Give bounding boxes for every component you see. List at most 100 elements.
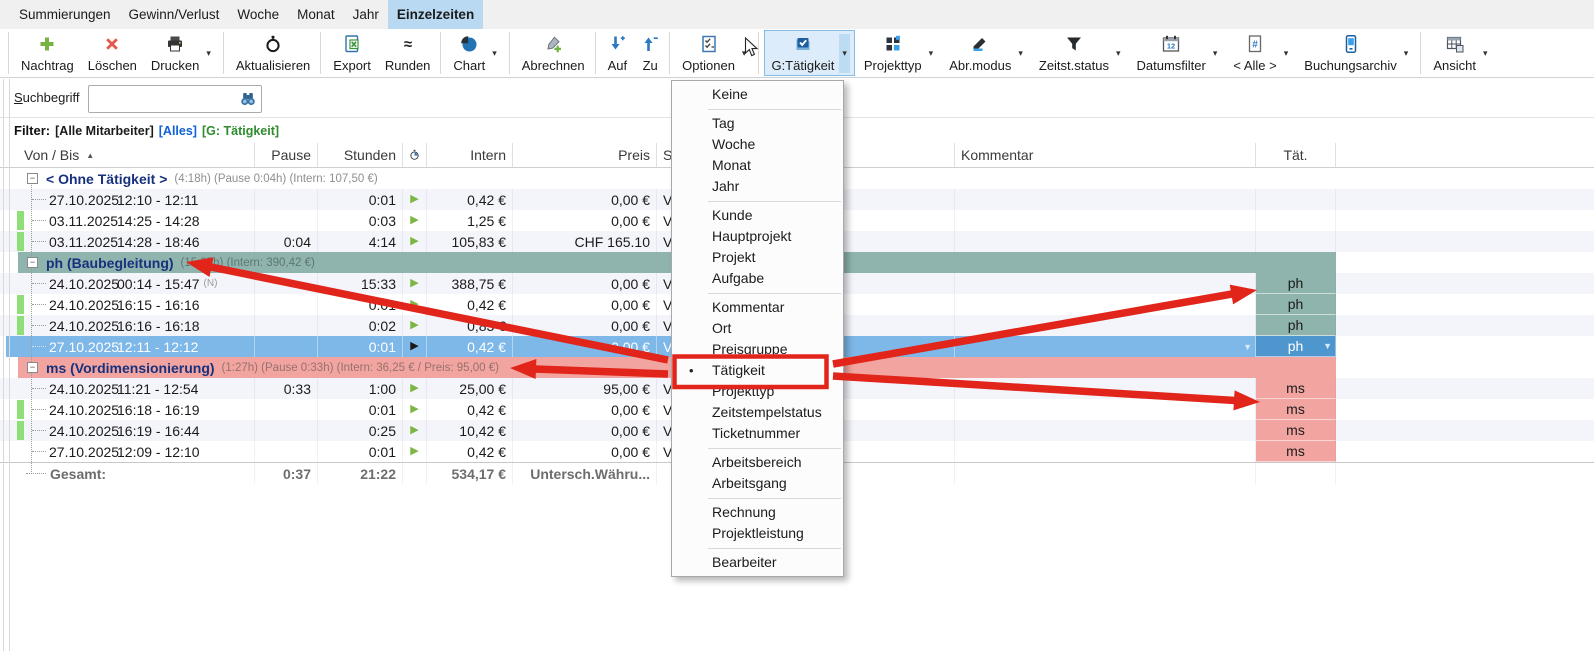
collapse-expander-icon[interactable]: − (27, 173, 38, 184)
col-pause[interactable]: Pause (255, 143, 318, 167)
nachtrag-button[interactable]: Nachtrag (14, 30, 79, 76)
cell-intern: 105,83 € (427, 231, 513, 252)
datumsfilter-button[interactable]: 12Datumsfilter▾ (1129, 30, 1224, 76)
chart-button[interactable]: Chart▾ (446, 30, 503, 76)
menu-separator (708, 498, 841, 499)
filter-part[interactable]: [G: Tätigkeit] (202, 124, 279, 138)
cell-preis: 0,00 € (513, 441, 657, 462)
chevron-down-icon[interactable]: ▾ (1016, 34, 1025, 73)
col-preis[interactable]: Preis (513, 143, 657, 167)
toolbar-button-label: Abrechnen (522, 58, 585, 73)
menu-item-preisgruppe[interactable]: Preisgruppe (672, 339, 843, 360)
search-input-box[interactable] (88, 85, 262, 113)
chevron-down-icon[interactable]: ▾ (1114, 34, 1123, 73)
projekttyp-button[interactable]: Projekttyp▾ (857, 30, 940, 76)
cell-intern: 1,25 € (427, 210, 513, 231)
tab-monat[interactable]: Monat (288, 0, 344, 29)
cell-pause (255, 399, 318, 420)
menu-item-woche[interactable]: Woche (672, 134, 843, 155)
binoculars-icon[interactable] (239, 90, 257, 113)
cell-date: 03.11.2025 (49, 213, 117, 229)
menu-item-jahr[interactable]: Jahr (672, 176, 843, 197)
menu-item-rechnung[interactable]: Rechnung (672, 502, 843, 523)
zu-button[interactable]: Zu (634, 30, 664, 76)
chevron-down-icon[interactable]: ▾ (740, 34, 749, 73)
tree-branch-line (32, 283, 46, 284)
cell-preis: 0,00 € (513, 315, 657, 336)
filter-part[interactable]: [Alle Mitarbeiter] (55, 124, 154, 138)
chevron-down-icon[interactable]: ▾ (1402, 34, 1411, 73)
tab-gewinn-verlust[interactable]: Gewinn/Verlust (120, 0, 229, 29)
chevron-down-icon[interactable]: ▾ (839, 34, 850, 73)
toolbar-divider (1420, 32, 1421, 74)
alle-button[interactable]: #< Alle >▾ (1226, 30, 1295, 76)
chevron-down-icon[interactable]: ▾ (1481, 34, 1490, 73)
cell-date: 24.10.2025 (49, 402, 117, 418)
menu-item-hauptprojekt[interactable]: Hauptprojekt (672, 226, 843, 247)
col-taet[interactable]: Tät. (1256, 143, 1336, 167)
chevron-down-icon[interactable]: ▾ (927, 34, 936, 73)
col-von-bis[interactable]: Von / Bis▲ (18, 143, 255, 167)
menu-item-projekttyp[interactable]: Projekttyp (672, 381, 843, 402)
cell-pause (255, 189, 318, 210)
menu-item-tag[interactable]: Tag (672, 113, 843, 134)
cell-total-preis: Untersch.Währu... (513, 463, 657, 484)
menu-separator (708, 548, 841, 549)
cell-intern: 0,42 € (427, 399, 513, 420)
aktualisieren-button[interactable]: Aktualisieren (229, 30, 315, 76)
export-button[interactable]: Export (326, 30, 376, 76)
cell-total-stunden: 21:22 (318, 463, 403, 484)
löschen-button[interactable]: Löschen (81, 30, 142, 76)
toolbar-button-label: G:Tätigkeit (771, 58, 834, 73)
chevron-down-icon[interactable]: ▾ (490, 34, 499, 73)
tab-jahr[interactable]: Jahr (344, 0, 388, 29)
menu-item-projektleistung[interactable]: Projektleistung (672, 523, 843, 544)
cell-kommentar (955, 441, 1256, 462)
col-intern[interactable]: Intern (427, 143, 513, 167)
toolbar-button-label: Zu (643, 58, 658, 73)
delete-icon (103, 33, 121, 53)
zeitst-status-button[interactable]: Zeitst.status▾ (1032, 30, 1128, 76)
menu-item-label: Projektleistung (712, 525, 804, 541)
menu-item-bearbeiter[interactable]: Bearbeiter (672, 552, 843, 573)
optionen-button[interactable]: Optionen▾ (675, 30, 753, 76)
menu-item-monat[interactable]: Monat (672, 155, 843, 176)
col-stunden[interactable]: Stunden (318, 143, 403, 167)
menu-item-arbeitsgang[interactable]: Arbeitsgang (672, 473, 843, 494)
menu-item-tätigkeit[interactable]: •Tätigkeit (672, 360, 843, 381)
menu-item-aufgabe[interactable]: Aufgabe (672, 268, 843, 289)
tab-einzelzeiten[interactable]: Einzelzeiten (388, 0, 483, 29)
search-input[interactable] (93, 88, 235, 110)
panel-edge-line (3, 79, 4, 651)
cell-time: 12:11 - 12:12 (117, 339, 198, 355)
menu-item-keine[interactable]: Keine (672, 84, 843, 105)
menu-item-ort[interactable]: Ort (672, 318, 843, 339)
col-filler[interactable] (1336, 143, 1594, 167)
abrechnen-button[interactable]: Abrechnen (515, 30, 590, 76)
menu-item-kunde[interactable]: Kunde (672, 205, 843, 226)
chevron-down-icon[interactable]: ▾ (1211, 34, 1220, 73)
drucken-button[interactable]: Drucken▾ (144, 30, 218, 76)
runden-button[interactable]: ≈Runden (378, 30, 436, 76)
chevron-down-icon[interactable]: ▾ (204, 34, 213, 73)
g-tätigkeit-button[interactable]: G:Tätigkeit ▾ (764, 30, 854, 76)
collapse-expander-icon[interactable]: − (27, 362, 38, 373)
menu-item-ticketnummer[interactable]: Ticketnummer (672, 423, 843, 444)
col-kommentar[interactable]: Kommentar (955, 143, 1256, 167)
menu-item-projekt[interactable]: Projekt (672, 247, 843, 268)
ansicht-button[interactable]: Ansicht▾ (1426, 30, 1494, 76)
buchungsarchiv-button[interactable]: Buchungsarchiv▾ (1297, 30, 1415, 76)
col-strip[interactable] (6, 143, 18, 167)
auf-button[interactable]: Auf (601, 30, 633, 76)
menu-item-kommentar[interactable]: Kommentar (672, 297, 843, 318)
filter-part[interactable]: [Alles] (159, 124, 197, 138)
chevron-down-icon[interactable]: ▾ (1282, 34, 1291, 73)
tab-woche[interactable]: Woche (228, 0, 288, 29)
cell-time: 14:25 - 14:28 (117, 213, 200, 229)
menu-item-zeitstempelstatus[interactable]: Zeitstempelstatus (672, 402, 843, 423)
menu-item-arbeitsbereich[interactable]: Arbeitsbereich (672, 452, 843, 473)
col-stopwatch[interactable] (403, 143, 427, 167)
tab-summierungen[interactable]: Summierungen (10, 0, 120, 29)
collapse-expander-icon[interactable]: − (27, 257, 38, 268)
abr-modus-button[interactable]: Abr.modus▾ (942, 30, 1030, 76)
